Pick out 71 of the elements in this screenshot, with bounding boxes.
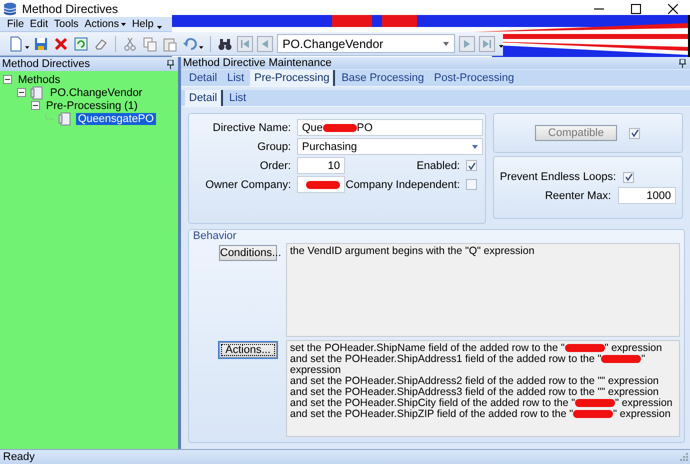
- checkbox[interactable]: [629, 128, 640, 138]
- menu-item[interactable]: Help: [128, 18, 157, 30]
- dropdown-arrow-icon: [472, 144, 478, 148]
- field-label: Owner Company:: [204, 178, 292, 190]
- dropdown-field[interactable]: Purchasing: [297, 138, 483, 155]
- field-label: Reenter Max:: [544, 190, 611, 202]
- delete-icon[interactable]: [53, 36, 70, 52]
- field-label: Company Independent:: [346, 178, 460, 190]
- check-icon: [468, 162, 476, 170]
- database-icon: [3, 2, 17, 16]
- menu-item[interactable]: Edit: [26, 18, 52, 30]
- menu-item[interactable]: Actions: [82, 18, 129, 30]
- maximize-icon[interactable]: [631, 4, 641, 14]
- dropdown-arrow-icon: [442, 42, 449, 46]
- collapse-icon[interactable]: [3, 75, 12, 84]
- caret-icon: [120, 22, 126, 26]
- resize-grip-icon: [680, 453, 688, 461]
- refresh-icon[interactable]: [73, 36, 90, 52]
- text-field[interactable]: [297, 176, 345, 193]
- tree-item[interactable]: Pre-Processing (1): [44, 100, 140, 112]
- document-icon: [30, 86, 44, 100]
- panel-title: Method Directive Maintenance: [183, 57, 332, 69]
- field-label: Enabled:: [416, 160, 460, 172]
- tab[interactable]: List: [223, 70, 248, 86]
- overflow-caret-icon[interactable]: [498, 44, 504, 48]
- tree-item[interactable]: Methods: [16, 74, 62, 86]
- field-label: Group:: [256, 140, 292, 152]
- checkbox[interactable]: [623, 172, 634, 182]
- checkbox[interactable]: [466, 179, 477, 190]
- conditions-text: the VendID argument begins with the "Q" expression: [286, 243, 680, 337]
- compatible-button[interactable]: Compatible: [535, 125, 617, 141]
- tab[interactable]: Detail: [185, 90, 224, 106]
- menu-item[interactable]: File: [4, 18, 27, 30]
- collapse-icon[interactable]: [31, 101, 40, 110]
- tab[interactable]: Pre-Processing: [250, 70, 336, 86]
- caret-icon[interactable]: [25, 46, 30, 49]
- field-label: Directive Name:: [212, 122, 292, 134]
- new-document-icon[interactable]: [8, 36, 24, 52]
- text-field[interactable]: Que PO: [297, 119, 483, 136]
- cut-icon[interactable]: [122, 36, 138, 52]
- window-title: Method Directives: [22, 2, 120, 16]
- field-label: Order:: [258, 160, 292, 172]
- status-text: Ready: [3, 451, 35, 463]
- group-title: Behavior: [193, 230, 238, 243]
- tree-item[interactable]: QueensgatePO: [76, 112, 156, 124]
- record-selector[interactable]: PO.ChangeVendor: [276, 34, 455, 53]
- paste-icon[interactable]: [162, 36, 178, 52]
- document-icon: [58, 112, 72, 126]
- tab[interactable]: List: [225, 90, 250, 106]
- menu-item[interactable]: Tools: [51, 18, 82, 30]
- tab[interactable]: Detail: [185, 70, 222, 86]
- actions-text: set the POHeader.ShipName field of the added row to the " " expression and set the POHeader.ShipAddress1 field of the added row to the " " expression and set the POHeader.ShipAddress2 field of the added row to the "" expression and set the POHeader.ShipAddress3 field of the added row to the "" expression and set the POHeader.ShipCity field of the added row to the " " expression and set the POHeader.ShipZIP field of the added row to the " " expression: [286, 340, 680, 437]
- tab[interactable]: Post-Processing: [430, 70, 518, 86]
- pin-icon[interactable]: [679, 58, 686, 68]
- checkbox[interactable]: [466, 160, 477, 171]
- number-field[interactable]: 1000: [618, 187, 676, 204]
- tree-item[interactable]: PO.ChangeVendor: [48, 86, 144, 98]
- copy-icon[interactable]: [142, 36, 158, 52]
- close-icon[interactable]: [668, 4, 678, 14]
- caret-icon[interactable]: [199, 46, 204, 49]
- number-field[interactable]: 10: [297, 157, 345, 174]
- collapse-icon[interactable]: [17, 88, 26, 97]
- overflow-caret-icon[interactable]: [156, 24, 162, 28]
- pin-icon[interactable]: [167, 60, 174, 68]
- field-label: Prevent Endless Loops:: [500, 171, 616, 183]
- check-icon: [630, 129, 638, 137]
- save-icon[interactable]: [33, 36, 50, 52]
- check-icon: [624, 173, 632, 181]
- actions-button[interactable]: Actions...: [219, 342, 277, 358]
- tab[interactable]: Base Processing: [337, 70, 428, 86]
- panel-title: Method Directives: [2, 58, 90, 70]
